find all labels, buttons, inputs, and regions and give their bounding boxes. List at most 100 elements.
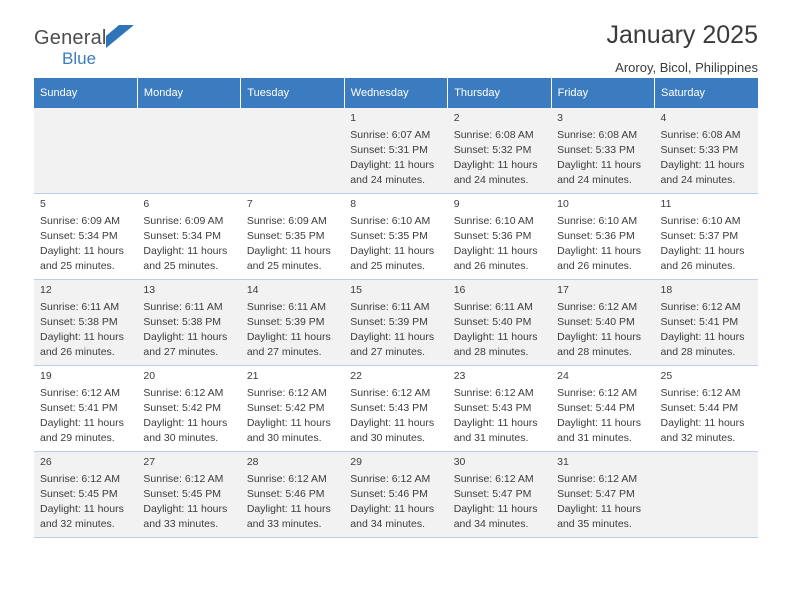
calendar-week-row: 26 Sunrise: 6:12 AM Sunset: 5:45 PM Dayligh…	[34, 451, 758, 538]
day-detail-line: Sunrise: 6:12 AM	[350, 386, 431, 399]
day-detail-line: Daylight: 11 hours	[40, 244, 124, 257]
day-detail-line: Daylight: 11 hours	[40, 502, 124, 515]
day-detail-line: Sunset: 5:47 PM	[557, 487, 635, 500]
day-detail-line: Sunset: 5:43 PM	[350, 401, 428, 414]
day-detail-line: Sunrise: 6:12 AM	[246, 386, 327, 399]
day-detail-line: Sunrise: 6:12 AM	[143, 386, 224, 399]
day-number: 28	[246, 456, 259, 468]
day-detail-line: Sunset: 5:35 PM	[350, 229, 428, 242]
calendar-cell-day-21: 21 Sunrise: 6:12 AM Sunset: 5:42 PM Dayligh…	[240, 365, 345, 452]
calendar-cell-day-20: 20 Sunrise: 6:12 AM Sunset: 5:42 PM Dayligh…	[137, 365, 241, 452]
day-details: Sunrise: 6:12 AM Sunset: 5:44 PM Daylight:…	[661, 386, 753, 446]
day-detail-line: Sunset: 5:36 PM	[453, 229, 532, 242]
day-detail-line: Sunrise: 6:12 AM	[143, 472, 224, 485]
day-detail-line: Sunrise: 6:12 AM	[453, 386, 534, 399]
day-detail-line: Sunset: 5:46 PM	[246, 487, 325, 500]
day-detail-line: Sunrise: 6:12 AM	[453, 472, 534, 485]
day-detail-line: Daylight: 11 hours	[453, 330, 538, 343]
brand-logo[interactable]: General Blue	[34, 25, 134, 67]
day-number: 21	[246, 370, 259, 382]
day-number: 10	[557, 198, 569, 210]
calendar-week-row: 5 Sunrise: 6:09 AM Sunset: 5:34 PM Daylight…	[34, 193, 758, 280]
calendar-cell-day-15: 15 Sunrise: 6:11 AM Sunset: 5:39 PM Dayligh…	[344, 279, 448, 366]
weekday-header-monday: Monday	[137, 78, 242, 108]
day-number: 26	[40, 456, 52, 468]
day-detail-line: and 27 minutes.	[350, 345, 425, 358]
day-detail-line: Daylight: 11 hours	[143, 330, 228, 343]
day-number: 14	[246, 284, 259, 296]
day-details: Sunrise: 6:08 AM Sunset: 5:33 PM Daylight:…	[661, 128, 753, 188]
day-detail-line: Sunrise: 6:10 AM	[350, 214, 431, 227]
day-detail-line: Sunrise: 6:12 AM	[660, 386, 741, 399]
day-details: Sunrise: 6:12 AM Sunset: 5:46 PM Daylight:…	[350, 472, 442, 532]
day-detail-line: Sunrise: 6:08 AM	[453, 128, 534, 141]
day-detail-line: Sunrise: 6:10 AM	[557, 214, 638, 227]
day-number: 9	[453, 198, 460, 210]
day-detail-line: Daylight: 11 hours	[246, 502, 331, 515]
day-detail-line: Daylight: 11 hours	[40, 416, 124, 429]
day-detail-line: Sunset: 5:47 PM	[453, 487, 532, 500]
day-detail-line: Daylight: 11 hours	[557, 244, 641, 257]
day-details: Sunrise: 6:12 AM Sunset: 5:47 PM Daylight:…	[454, 472, 546, 532]
day-detail-line: and 24 minutes.	[557, 173, 632, 186]
day-details: Sunrise: 6:12 AM Sunset: 5:41 PM Daylight:…	[40, 386, 132, 446]
day-number: 3	[557, 112, 563, 124]
day-detail-line: and 34 minutes.	[350, 517, 425, 530]
day-number: 16	[453, 284, 466, 296]
day-number: 18	[660, 284, 673, 296]
day-detail-line: Daylight: 11 hours	[246, 416, 331, 429]
calendar-cell-day-16: 16 Sunrise: 6:11 AM Sunset: 5:40 PM Dayligh…	[447, 279, 552, 366]
day-detail-line: Sunrise: 6:12 AM	[40, 386, 120, 399]
day-detail-line: Daylight: 11 hours	[557, 158, 641, 171]
calendar-cell-day-1: 1 Sunrise: 6:07 AM Sunset: 5:31 PM Daylight…	[344, 108, 448, 194]
day-details: Sunrise: 6:08 AM Sunset: 5:33 PM Daylight:…	[557, 128, 649, 188]
calendar-cell-day-25: 25 Sunrise: 6:12 AM Sunset: 5:44 PM Dayligh…	[654, 365, 758, 452]
day-number: 1	[350, 112, 357, 124]
day-detail-line: Daylight: 11 hours	[660, 330, 745, 343]
day-number: 31	[557, 456, 569, 468]
day-number: 2	[453, 112, 460, 124]
day-detail-line: Sunrise: 6:11 AM	[246, 300, 327, 313]
day-details: Sunrise: 6:07 AM Sunset: 5:31 PM Daylight:…	[350, 128, 442, 188]
day-detail-line: Sunset: 5:33 PM	[660, 143, 739, 156]
calendar-cell-empty	[34, 108, 138, 194]
calendar-cell-day-22: 22 Sunrise: 6:12 AM Sunset: 5:43 PM Dayligh…	[344, 365, 448, 452]
day-detail-line: Sunset: 5:44 PM	[660, 401, 739, 414]
calendar-cell-day-10: 10 Sunrise: 6:10 AM Sunset: 5:36 PM Dayligh…	[551, 193, 655, 280]
page-header: General Blue January 2025 Aroroy, Bicol,…	[34, 0, 758, 74]
day-detail-line: Sunrise: 6:07 AM	[350, 128, 431, 141]
day-detail-line: Sunrise: 6:10 AM	[660, 214, 741, 227]
day-detail-line: Daylight: 11 hours	[350, 330, 435, 343]
day-detail-line: Sunset: 5:33 PM	[557, 143, 635, 156]
calendar-cell-day-2: 2 Sunrise: 6:08 AM Sunset: 5:32 PM Daylight…	[447, 108, 552, 194]
day-detail-line: and 27 minutes.	[246, 345, 322, 358]
day-detail-line: Daylight: 11 hours	[453, 502, 538, 515]
day-detail-line: Sunset: 5:44 PM	[557, 401, 635, 414]
calendar-cell-day-8: 8 Sunrise: 6:10 AM Sunset: 5:35 PM Daylight…	[344, 193, 448, 280]
calendar-cell-day-14: 14 Sunrise: 6:11 AM Sunset: 5:39 PM Dayligh…	[240, 279, 345, 366]
day-detail-line: and 31 minutes.	[453, 431, 529, 444]
day-number: 11	[660, 198, 672, 210]
day-number: 19	[40, 370, 52, 382]
day-number: 17	[557, 284, 569, 296]
day-detail-line: Sunset: 5:43 PM	[453, 401, 532, 414]
day-detail-line: Daylight: 11 hours	[143, 416, 228, 429]
calendar-cell-day-26: 26 Sunrise: 6:12 AM Sunset: 5:45 PM Dayligh…	[34, 451, 138, 538]
weekday-header-saturday: Saturday	[654, 78, 758, 108]
day-detail-line: Sunrise: 6:12 AM	[40, 472, 120, 485]
day-detail-line: and 32 minutes.	[660, 431, 736, 444]
day-details: Sunrise: 6:09 AM Sunset: 5:35 PM Daylight:…	[247, 214, 339, 274]
calendar-cell-day-19: 19 Sunrise: 6:12 AM Sunset: 5:41 PM Dayligh…	[34, 365, 138, 452]
calendar-week-row: 1 Sunrise: 6:07 AM Sunset: 5:31 PM Daylight…	[34, 108, 758, 194]
day-detail-line: and 30 minutes.	[143, 431, 219, 444]
calendar-cell-day-18: 18 Sunrise: 6:12 AM Sunset: 5:41 PM Dayligh…	[654, 279, 758, 366]
day-detail-line: Sunrise: 6:12 AM	[246, 472, 327, 485]
day-detail-line: and 24 minutes.	[660, 173, 736, 186]
day-detail-line: Daylight: 11 hours	[246, 330, 331, 343]
day-detail-line: Sunrise: 6:08 AM	[557, 128, 638, 141]
day-detail-line: Sunrise: 6:12 AM	[350, 472, 431, 485]
calendar-cell-day-24: 24 Sunrise: 6:12 AM Sunset: 5:44 PM Dayligh…	[551, 365, 655, 452]
calendar-cell-empty	[240, 108, 345, 194]
day-detail-line: Sunset: 5:46 PM	[350, 487, 428, 500]
day-detail-line: Sunrise: 6:11 AM	[40, 300, 120, 313]
